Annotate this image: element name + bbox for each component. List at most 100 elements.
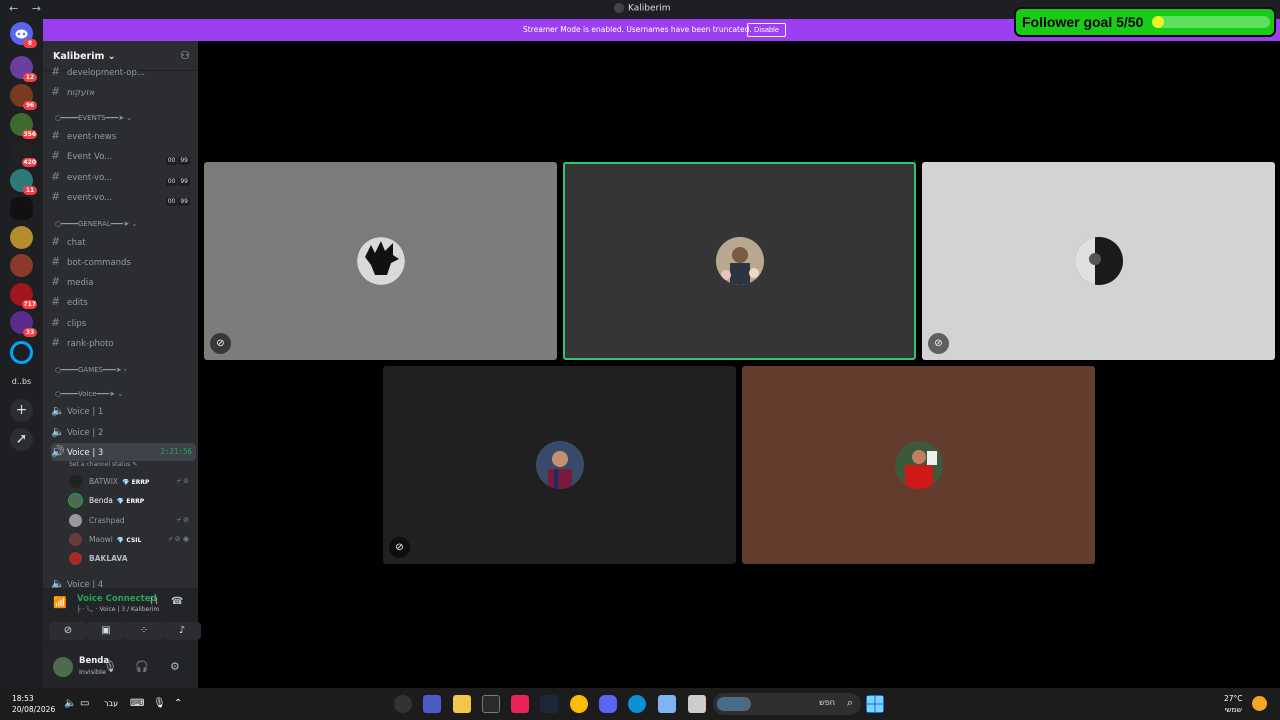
file-explorer-icon[interactable] <box>453 695 471 713</box>
volume-icon[interactable]: 🔈 <box>64 698 76 709</box>
chrome-icon[interactable] <box>570 695 588 713</box>
member-tag: 💎 CSIL <box>116 537 142 544</box>
add-server-icon[interactable]: + <box>10 399 33 422</box>
server-icon-10[interactable]: 33 <box>10 311 37 337</box>
back-arrow-icon[interactable]: ← <box>9 2 18 15</box>
channel-media[interactable]: # media <box>51 273 196 291</box>
show-hidden-icons-icon[interactable]: ⌃ <box>174 698 182 709</box>
channel-alerts[interactable]: # אזעקות <box>51 83 196 101</box>
voice-member[interactable]: Maowi 💎 CSIL ⌿ ⊘ ◉ <box>69 531 193 548</box>
disable-streamer-mode-button[interactable]: Disable <box>747 23 787 37</box>
forward-arrow-icon[interactable]: → <box>32 2 41 15</box>
channel-event-voice-1[interactable]: # Event Vo... 00 99 <box>51 147 196 165</box>
server-icon-ring[interactable] <box>10 341 33 364</box>
server-icon-3[interactable]: 356 <box>10 113 37 139</box>
channel-rank-photo[interactable]: # rank-photo <box>51 334 196 352</box>
soundboard-button[interactable]: ♪ <box>163 622 201 640</box>
windows-start-icon[interactable] <box>866 695 884 713</box>
voice-member[interactable]: Benda 💎 ERRP <box>68 492 193 509</box>
invite-people-icon[interactable]: ⚇ <box>180 49 190 62</box>
server-icon-4[interactable]: 420 <box>10 141 37 167</box>
category-voice[interactable]: ○━━━━Voice━━━➤ ⌄ <box>55 390 123 398</box>
server-icon-1[interactable]: 12 <box>10 56 37 82</box>
noise-suppression-icon[interactable]: ⌇⌇ <box>149 596 159 607</box>
signal-icon[interactable]: 📶 <box>53 596 67 609</box>
copilot-icon[interactable] <box>658 695 676 713</box>
home-unread-badge: 8 <box>23 39 37 48</box>
member-name-text: BAKLAVA <box>89 554 128 563</box>
system-clock[interactable]: 18:53 20/08/2026 <box>12 693 55 715</box>
explore-servers-icon[interactable]: ➚ <box>10 428 33 451</box>
server-badge: 96 <box>23 101 37 110</box>
server-icon-5[interactable]: 11 <box>10 169 37 195</box>
voice-channel-2[interactable]: 🔈 Voice | 2 <box>51 423 196 441</box>
avatar <box>69 514 82 527</box>
steam-icon[interactable] <box>540 695 558 713</box>
keyboard-icon[interactable]: ⌨ <box>130 698 144 709</box>
avatar-image-icon <box>356 237 405 285</box>
voice-member[interactable]: Crashpad ⌿ ⊘ <box>69 512 193 529</box>
epic-games-icon[interactable] <box>482 695 500 713</box>
video-tile-2[interactable] <box>563 162 916 360</box>
settings-gear-icon[interactable]: ⚙ <box>170 660 180 673</box>
task-view-icon[interactable] <box>688 695 706 713</box>
obs-app-icon[interactable] <box>394 695 412 713</box>
discord-taskbar-icon[interactable] <box>599 695 617 713</box>
category-games[interactable]: ○━━━━GAMES━━━➤ › <box>55 366 127 374</box>
soundboard-icon: ♪ <box>178 625 186 636</box>
video-tile-3[interactable]: ⊘ <box>922 162 1275 360</box>
server-badge: 12 <box>23 73 37 82</box>
channel-status-prompt[interactable]: Set a channel status ✎ <box>69 461 137 468</box>
server-icon-kaliberim[interactable] <box>10 197 33 220</box>
category-general[interactable]: ○━━━━GENERAL━━━➤ ⌄ <box>55 220 137 228</box>
channel-label: Voice | 3 <box>67 448 104 458</box>
camera-off-icon: ⊘ <box>928 333 949 354</box>
teams-app-icon[interactable] <box>423 695 441 713</box>
category-events[interactable]: ○━━━━EVENTS━━━➤ ⌄ <box>55 114 132 122</box>
follower-goal-label: Follower goal 5/50 <box>1022 14 1144 30</box>
server-text-icon[interactable]: d..bs <box>10 370 33 393</box>
voice-member[interactable]: BATWIX 💎 ERRP ⌿ ⊘ <box>69 473 193 490</box>
language-indicator[interactable]: עבר <box>104 699 118 708</box>
video-tile-4[interactable]: ⊘ <box>383 366 736 564</box>
video-tile-1[interactable]: ⊘ <box>204 162 557 360</box>
network-icon[interactable]: ▭ <box>80 698 89 709</box>
user-panel: Benda Invisible 🎙 🎧 ⚙ <box>43 648 198 688</box>
voice-channel-1[interactable]: 🔈 Voice | 1 <box>51 402 196 420</box>
disconnect-icon[interactable]: ☎ <box>171 596 183 607</box>
video-tile-5[interactable] <box>742 366 1095 564</box>
server-icon-2[interactable]: 96 <box>10 84 37 110</box>
channel-event-voice-3[interactable]: # event-vo... 00 99 <box>51 188 196 206</box>
weather-widget[interactable]: 27°C שמשי <box>1224 693 1243 715</box>
microphone-icon[interactable]: 🎙 <box>103 660 117 673</box>
speaker-icon: 🔊 <box>51 445 65 458</box>
screen-share-button[interactable]: ▣ <box>87 622 125 640</box>
user-avatar[interactable] <box>53 657 73 677</box>
headphones-icon[interactable]: 🎧 <box>135 660 149 673</box>
voice-location[interactable]: ├ · 📞 · Voice | 3 / Kaliberim <box>77 606 159 613</box>
edge-icon[interactable] <box>628 695 646 713</box>
valorant-icon[interactable] <box>511 695 529 713</box>
channel-development[interactable]: # development-op... <box>51 63 196 81</box>
call-timer: 2:21:56 <box>160 447 192 456</box>
channel-clips[interactable]: # clips <box>51 314 196 332</box>
discord-home-button[interactable]: 8 <box>10 22 37 48</box>
voice-channel-3[interactable]: 🔊 Voice | 3 2:21:56 <box>51 443 196 461</box>
channel-event-news[interactable]: # event-news <box>51 127 196 145</box>
voice-connected-status[interactable]: Voice Connected <box>77 594 157 604</box>
screen-share-icon: ▣ <box>101 625 111 636</box>
voice-member[interactable]: BAKLAVA <box>69 550 193 567</box>
server-icon-7[interactable] <box>10 226 33 249</box>
member-name: Maowi 💎 CSIL <box>89 531 141 549</box>
channel-chat[interactable]: # chat <box>51 233 196 251</box>
channel-bot-commands[interactable]: # bot-commands <box>51 253 196 271</box>
channel-event-voice-2[interactable]: # event-vo... 00 99 <box>51 168 196 186</box>
server-name: Kaliberim ⌄ <box>53 51 116 62</box>
activities-button[interactable]: ⁘ <box>125 622 163 640</box>
taskbar-search[interactable]: חפש ⌕ <box>713 693 861 715</box>
channel-edits[interactable]: # edits <box>51 293 196 311</box>
camera-button[interactable]: ⊘ <box>49 622 87 640</box>
mic-tray-icon[interactable]: 🎙 <box>153 698 166 709</box>
server-icon-9[interactable]: 717 <box>10 283 37 309</box>
server-icon-8[interactable] <box>10 254 33 277</box>
